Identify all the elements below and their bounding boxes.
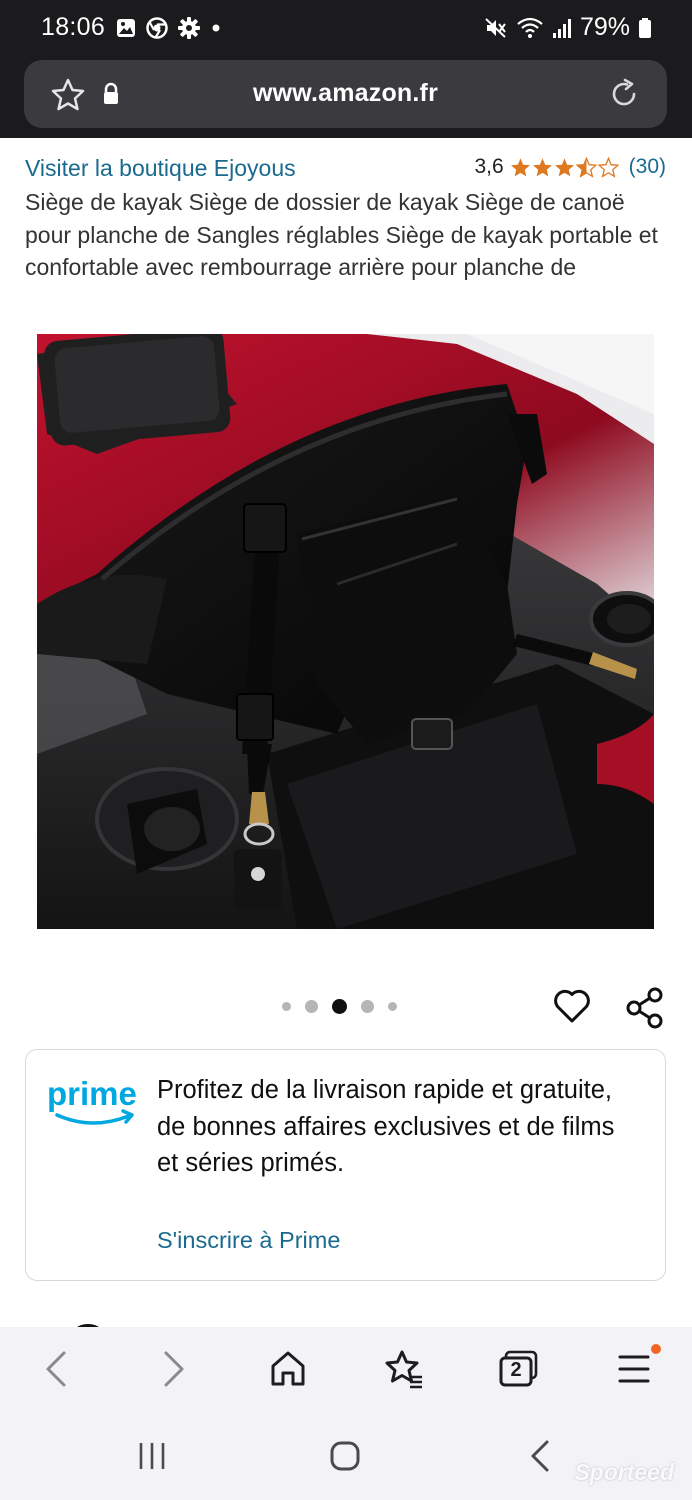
prime-promo-card: prime Profitez de la livraison rapide et… (25, 1049, 666, 1281)
tabs-button[interactable]: 2 (499, 1349, 539, 1389)
star-half-icon (575, 156, 597, 178)
mute-icon (485, 17, 506, 38)
carousel-dot[interactable] (305, 1000, 318, 1013)
status-bar: 18:06 79% (0, 0, 692, 56)
share-icon[interactable] (625, 987, 665, 1029)
carousel-dot[interactable] (361, 1000, 374, 1013)
url-text[interactable]: www.amazon.fr (24, 79, 667, 108)
wishlist-heart-icon[interactable] (553, 988, 591, 1024)
wifi-icon (517, 17, 543, 38)
back-icon[interactable] (42, 1349, 70, 1389)
reload-icon[interactable] (607, 77, 641, 111)
forward-icon[interactable] (160, 1349, 188, 1389)
visit-store-link[interactable]: Visiter la boutique Ejoyous (25, 155, 296, 182)
watermark-text: Sporteed (574, 1459, 674, 1485)
menu-icon[interactable] (617, 1349, 651, 1389)
signal-icon (552, 18, 571, 38)
prime-logo: prime (47, 1075, 141, 1138)
status-notification-icons (115, 16, 222, 40)
prime-signup-link[interactable]: S'inscrire à Prime (157, 1227, 340, 1254)
gear-icon (178, 17, 200, 39)
prime-description: Profitez de la livraison rapide et gratu… (157, 1076, 615, 1177)
status-system-icons: 79% (484, 13, 652, 42)
star-full-icon (532, 157, 552, 176)
star-full-icon (554, 157, 574, 176)
carousel-dot[interactable] (282, 1002, 291, 1011)
gallery-icon (117, 19, 135, 37)
battery-icon (639, 17, 651, 38)
star-full-icon (510, 157, 530, 176)
carousel-dot[interactable] (388, 1002, 397, 1011)
product-image[interactable] (37, 334, 654, 929)
product-title: Siège de kayak Siège de dossier de kayak… (25, 189, 658, 280)
browser-toolbar: 2 (0, 1327, 692, 1415)
top-chrome: 18:06 79% www.amazon.fr (0, 0, 692, 138)
tabs-count: 2 (510, 1359, 522, 1381)
kayak-seat-photo (37, 334, 654, 929)
carousel-dot-active[interactable] (332, 999, 347, 1014)
menu-notification-dot (651, 1344, 661, 1354)
star-empty-icon (597, 156, 619, 178)
system-navigation-bar: Sporteed (0, 1415, 692, 1500)
battery-percent: 79% (579, 13, 630, 41)
address-bar[interactable]: www.amazon.fr (24, 60, 667, 128)
recents-icon[interactable] (136, 1437, 168, 1475)
status-time: 18:06 (41, 13, 106, 41)
bookmarks-icon[interactable] (384, 1349, 424, 1389)
image-carousel-dots[interactable] (282, 999, 397, 1014)
prime-logo-text: prime (47, 1075, 137, 1112)
rating-value: 3,6 (474, 155, 504, 178)
back-nav-icon[interactable] (525, 1437, 555, 1475)
rating-count-link[interactable]: (30) (629, 155, 666, 179)
home-icon[interactable] (269, 1349, 307, 1389)
chrome-icon (146, 17, 168, 39)
rating-summary[interactable]: 3,6 (30) (474, 155, 666, 179)
rating-stars (510, 156, 619, 178)
home-nav-icon[interactable] (328, 1437, 364, 1475)
dot-icon (212, 24, 220, 32)
